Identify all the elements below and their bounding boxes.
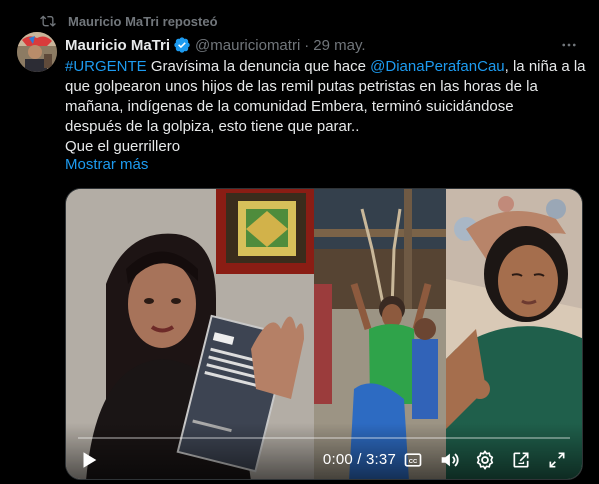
tweet-text-segment: que golpearon unos hijos de las remil pu… [65,78,538,95]
show-more-link[interactable]: Mostrar más [65,156,148,173]
tweet-text-line: mañana, indígenas de la comunidad Embera… [65,97,585,117]
video-controls: 0:00 / 3:37 CC [66,423,582,479]
fullscreen-icon[interactable] [546,449,568,471]
tweet-header: Mauricio MaTri @mauriciomatri · 29 may. [65,34,585,56]
tweet-text-segment: Gravísima la denuncia que hace [146,58,371,75]
video-progress-bar[interactable] [78,437,570,439]
tweet-text-segment: mañana, indígenas de la comunidad Embera… [65,98,514,115]
captions-icon[interactable]: CC [402,449,424,471]
mention-link[interactable]: @DianaPerafanCau [370,58,504,75]
video-player[interactable]: 0:00 / 3:37 CC [65,188,583,480]
tweet-text: #URGENTE Gravísima la denuncia que hace … [65,57,586,157]
svg-text:CC: CC [409,459,418,465]
verified-badge-icon [173,36,191,54]
tweet-text-line: que golpearon unos hijos de las remil pu… [65,77,585,97]
tweet-date[interactable]: 29 may. [313,37,365,54]
tweet-text-line: después de la golpiza, esto tiene que pa… [65,117,585,137]
video-control-icons: CC [402,449,568,471]
tweet-text-line: #URGENTE Gravísima la denuncia que hace … [65,57,586,77]
avatar[interactable] [17,32,57,72]
repost-header[interactable]: Mauricio MaTri reposteó [40,11,218,31]
play-icon[interactable] [78,449,100,471]
author-handle[interactable]: @mauriciomatri [195,37,300,54]
hashtag-link[interactable]: #URGENTE [65,58,147,75]
settings-icon[interactable] [474,449,496,471]
more-options-icon[interactable] [559,35,579,55]
tweet-text-line: Que el guerrillero [65,137,585,157]
tweet-text-segment: Que el guerrillero [65,138,181,155]
separator-dot: · [304,36,310,54]
author-name[interactable]: Mauricio MaTri [65,37,170,54]
video-time: 0:00 / 3:37 [322,451,396,468]
repost-text: Mauricio MaTri reposteó [68,13,218,29]
tweet-text-segment: después de la golpiza, esto tiene que pa… [65,118,360,135]
popout-icon[interactable] [510,449,532,471]
tweet-text-segment: , la niña a la [504,58,586,75]
repost-icon [40,13,56,29]
volume-icon[interactable] [438,449,460,471]
